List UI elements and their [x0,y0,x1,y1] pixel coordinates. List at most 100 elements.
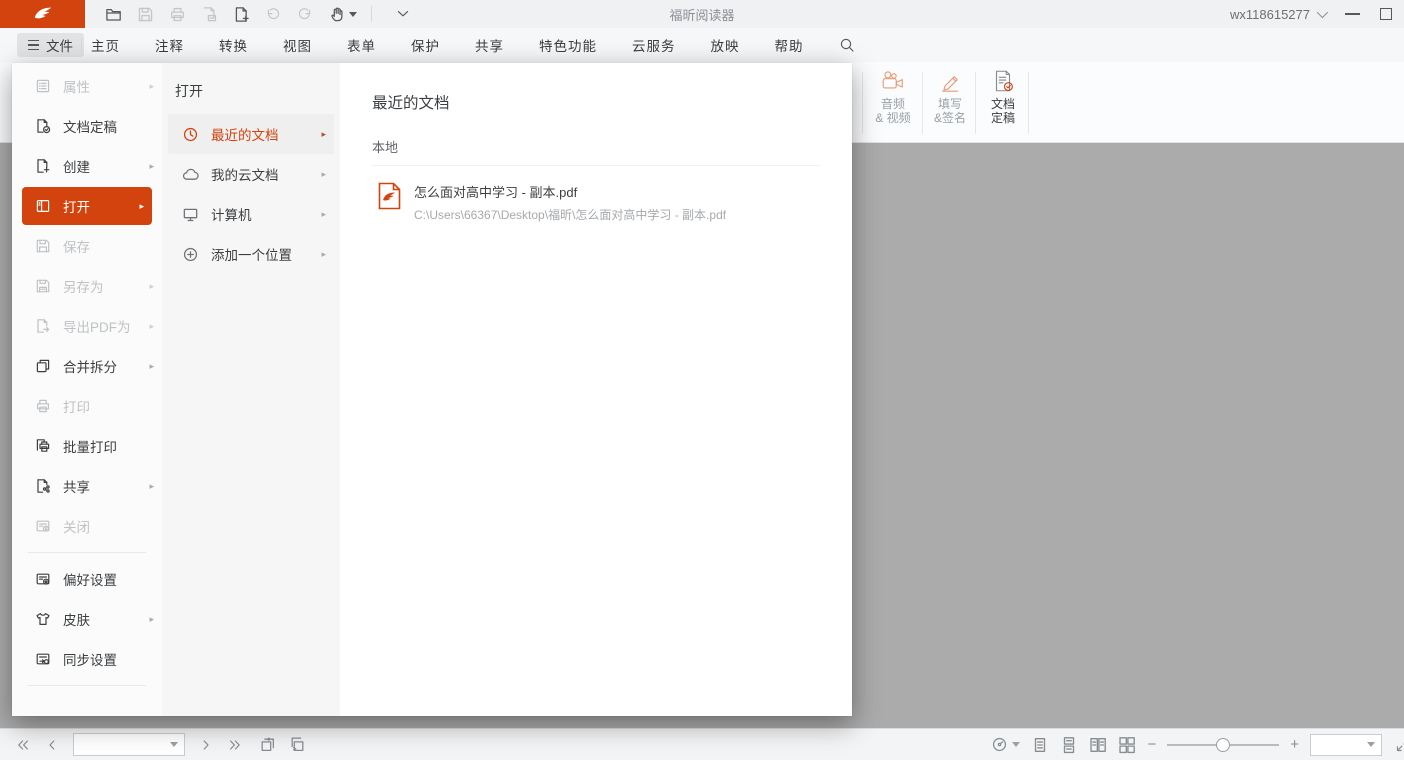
first-page-icon[interactable] [15,737,31,753]
account-name: wx118615277 [1230,6,1310,22]
new-document-icon[interactable] [232,5,250,23]
next-page-icon[interactable] [198,737,214,753]
search-icon[interactable] [839,37,855,53]
recent-document-item[interactable]: 怎么面对高中学习 - 副本.pdf C:\Users\66367\Desktop… [372,166,820,223]
ribbon-button-label: 音频 [880,97,905,111]
recent-panel-title: 最近的文档 [372,95,450,112]
last-page-icon[interactable] [227,737,243,753]
tab-convert[interactable]: 转换 [219,35,248,55]
menu-item-open[interactable]: 打开 ▸ [22,187,152,225]
ribbon-separator [862,72,863,134]
ribbon-button-label: 文档 [990,97,1015,111]
next-view-icon[interactable] [289,736,306,753]
account-menu[interactable]: wx118615277 [1230,6,1329,22]
save-icon [35,238,51,254]
export-pdf-icon [35,318,51,334]
zoom-level-combobox[interactable] [1310,733,1382,756]
tab-help[interactable]: 帮助 [775,35,804,55]
plus-circle-icon [182,246,199,263]
zoom-slider[interactable] [1167,737,1280,752]
tab-share[interactable]: 共享 [475,35,504,55]
menu-item-preferences[interactable]: 偏好设置 [12,559,162,599]
menu-item-merge-split[interactable]: 合并拆分 ▸ [12,346,162,386]
menu-item-close: 关闭 [12,506,162,546]
menu-item-sync-settings[interactable]: 同步设置 [12,639,162,679]
account-caret-icon [1316,6,1329,19]
merge-split-icon [35,358,51,374]
menu-item-doc-finalize[interactable]: 文档定稿 [12,106,162,146]
quick-access-toolbar [104,0,412,28]
view-mode-button[interactable] [991,736,1021,753]
zoom-out-icon[interactable]: − [1147,737,1156,752]
combobox-caret-icon [170,742,178,747]
open-item-computer[interactable]: 计算机 ▸ [168,194,334,234]
recent-document-name: 怎么面对高中学习 - 副本.pdf [414,185,578,200]
pdf-file-icon [378,182,401,210]
submenu-arrow-icon: ▸ [321,128,326,139]
submenu-arrow-icon: ▸ [149,360,154,371]
doc-finalize-icon [35,118,51,134]
save-as-icon [35,278,51,294]
submenu-arrow-icon: ▸ [321,248,326,259]
sync-settings-icon [35,651,51,667]
open-item-add-place[interactable]: 添加一个位置 ▸ [168,234,334,274]
menubar-separator [81,38,82,52]
toolbar-separator [371,6,372,22]
fullscreen-icon[interactable] [1395,737,1404,753]
submenu-arrow-icon: ▸ [321,168,326,179]
facing-page-icon[interactable] [1089,736,1107,754]
menu-item-skin[interactable]: 皮肤 ▸ [12,599,162,639]
tab-features[interactable]: 特色功能 [539,35,597,55]
previous-view-icon[interactable] [259,736,276,753]
continuous-page-icon[interactable] [1060,736,1078,754]
hamburger-icon [28,40,39,50]
menu-item-save: 保存 [12,226,162,266]
tab-view[interactable]: 视图 [283,35,312,55]
submenu-arrow-icon: ▸ [149,160,154,171]
previous-page-icon[interactable] [44,737,60,753]
zoom-in-icon[interactable]: + [1290,737,1299,752]
menu-bar: 文件 主页 注释 转换 视图 表单 保护 共享 特色功能 云服务 放映 帮助 [0,28,1404,62]
submenu-arrow-icon: ▸ [149,80,154,91]
tab-present[interactable]: 放映 [711,35,740,55]
undo-icon [264,5,282,23]
single-page-icon[interactable] [1031,736,1049,754]
cloud-icon [182,166,199,183]
titlebar-right: wx118615277 [1230,0,1392,28]
tab-cloud[interactable]: 云服务 [632,35,676,55]
open-file-icon[interactable] [104,5,122,23]
ribbon-fill-sign-button[interactable]: 填写 &签名 [923,68,977,138]
save-icon [136,5,154,23]
open-panel-header: 打开 [175,83,203,99]
hand-tool-button[interactable] [328,5,357,23]
menu-item-batch-print[interactable]: 批量打印 [12,426,162,466]
open-item-cloud-docs[interactable]: 我的云文档 ▸ [168,154,334,194]
quick-print-icon [200,5,218,23]
menu-item-create[interactable]: 创建 ▸ [12,146,162,186]
menu-item-share[interactable]: 共享 ▸ [12,466,162,506]
menu-item-print: 打印 [12,386,162,426]
file-menu-label: 文件 [46,39,73,54]
ribbon-audio-video-button[interactable]: 音频 & 视频 [866,68,920,138]
tab-home[interactable]: 主页 [91,35,120,55]
tab-comment[interactable]: 注释 [155,35,184,55]
tab-form[interactable]: 表单 [347,35,376,55]
foxit-logo[interactable] [0,0,85,28]
open-item-recent[interactable]: 最近的文档 ▸ [168,114,334,154]
zoom-slider-handle[interactable] [1216,737,1231,752]
customize-toolbar-icon[interactable] [394,5,412,23]
minimize-button[interactable] [1345,13,1360,15]
tab-protect[interactable]: 保护 [411,35,440,55]
file-menu-button[interactable]: 文件 [17,33,84,57]
facing-continuous-icon[interactable] [1118,736,1136,754]
maximize-button[interactable] [1380,8,1392,20]
menu-divider [28,685,146,686]
page-number-combobox[interactable] [73,733,185,756]
ribbon-doc-finalize-button[interactable]: 文档 定稿 [976,68,1030,138]
view-mode-caret-icon [1012,742,1021,747]
ribbon-button-label: &签名 [933,111,966,125]
file-menu-sidebar: 属性 ▸ 文档定稿 创建 ▸ 打开 ▸ 保存 另存为 ▸ 导出PDF为 ▸ 合并拆分 ▸ [12,63,162,716]
submenu-arrow-icon: ▸ [149,280,154,291]
submenu-arrow-icon: ▸ [139,200,144,211]
menu-tabs: 主页 注释 转换 视图 表单 保护 共享 特色功能 云服务 放映 帮助 [91,28,855,62]
